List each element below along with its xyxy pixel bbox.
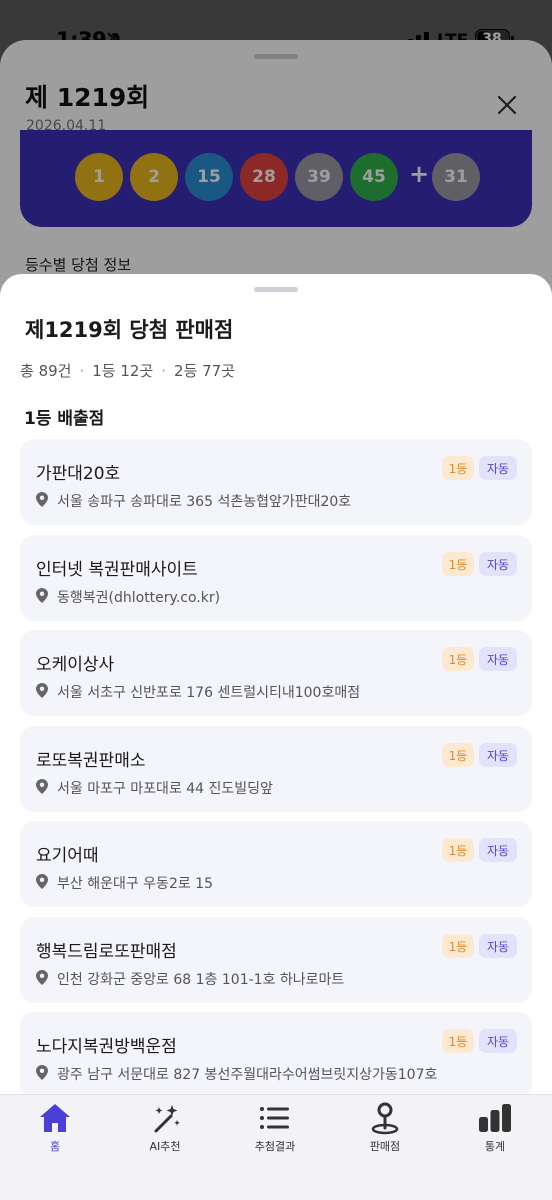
home-icon — [40, 1104, 70, 1132]
tab-label: AI추천 — [149, 1140, 181, 1153]
tab-draw-results[interactable]: 추첨결과 — [220, 1095, 330, 1165]
store-name: 요기어때 — [36, 846, 99, 866]
store-card[interactable]: 오케이상사 1등 자동 서울 서초구 신반포로 176 센트럴시티내100호매점 — [20, 630, 532, 716]
location-pin-icon — [36, 588, 48, 603]
tab-label: 판매점 — [369, 1140, 401, 1153]
store-address: 인천 강화군 중앙로 68 1층 101-1호 하나로마트 — [57, 972, 345, 988]
type-badge: 자동 — [479, 552, 517, 576]
tab-label: 홈 — [49, 1140, 61, 1153]
store-name: 로또복권판매소 — [36, 751, 146, 771]
store-name: 인터넷 복권판매사이트 — [36, 560, 198, 580]
bottom-tab-bar: 홈 AI추천 추첨결과 판매점 통계 — [0, 1094, 552, 1200]
summary-separator: · — [79, 362, 85, 380]
rank-badge: 1등 — [442, 552, 474, 576]
drag-handle[interactable] — [254, 287, 298, 292]
summary-total: 총 89건 — [20, 362, 72, 380]
location-pin-icon — [36, 1065, 48, 1080]
location-pin-icon — [36, 492, 48, 507]
store-card[interactable]: 행복드림로또판매점 1등 자동 인천 강화군 중앙로 68 1층 101-1호 … — [20, 917, 532, 1003]
winning-stores-sheet: 제1219회 당첨 판매점 총 89건 · 1등 12곳 · 2등 77곳 1등 배출점… — [0, 274, 552, 1200]
store-name: 오케이상사 — [36, 655, 115, 675]
tab-statistics[interactable]: 통계 — [440, 1095, 550, 1165]
rank-badge: 1등 — [442, 647, 474, 671]
list-icon — [260, 1107, 289, 1129]
tab-ai-recommend[interactable]: AI추천 — [110, 1095, 220, 1165]
type-badge: 자동 — [479, 934, 517, 958]
type-badge: 자동 — [479, 647, 517, 671]
first-prize-heading: 1등 배출점 — [24, 409, 105, 429]
type-badge: 자동 — [479, 743, 517, 767]
tab-label: 추첨결과 — [254, 1140, 296, 1153]
tab-home[interactable]: 홈 — [0, 1095, 110, 1165]
store-name: 행복드림로또판매점 — [36, 942, 177, 962]
location-pin-icon — [36, 970, 48, 985]
store-name: 노다지복권방백운점 — [36, 1037, 177, 1057]
rank-badge: 1등 — [442, 743, 474, 767]
rank-badge: 1등 — [442, 456, 474, 480]
location-pin-icon — [36, 874, 48, 889]
summary-first: 1등 12곳 — [92, 362, 154, 380]
store-address: 광주 남구 서문대로 827 봉선주월대라수어썸브릿지상가동107호 — [57, 1067, 438, 1083]
rank-badge: 1등 — [442, 838, 474, 862]
rank-badge: 1등 — [442, 1029, 474, 1053]
rank-badge: 1등 — [442, 934, 474, 958]
store-card[interactable]: 노다지복권방백운점 1등 자동 광주 남구 서문대로 827 봉선주월대라수어썸… — [20, 1012, 532, 1098]
bar-chart-icon — [479, 1104, 511, 1132]
store-address: 부산 해운대구 우동2로 15 — [57, 876, 213, 892]
store-address: 서울 마포구 마포대로 44 진도빌딩앞 — [57, 781, 273, 797]
store-card[interactable]: 가판대20호 1등 자동 서울 송파구 송파대로 365 석촌농협앞가판대20호 — [20, 439, 532, 525]
type-badge: 자동 — [479, 456, 517, 480]
sheet-title: 제1219회 당첨 판매점 — [25, 318, 234, 342]
tab-label: 통계 — [484, 1140, 506, 1153]
summary-separator: · — [161, 362, 167, 380]
store-name: 가판대20호 — [36, 464, 121, 484]
store-card[interactable]: 요기어때 1등 자동 부산 해운대구 우동2로 15 — [20, 821, 532, 907]
summary-second: 2등 77곳 — [174, 362, 236, 380]
location-pin-icon — [36, 779, 48, 794]
store-address: 동행복권(dhlottery.co.kr) — [57, 590, 221, 606]
type-badge: 자동 — [479, 1029, 517, 1053]
magic-wand-icon — [154, 1105, 180, 1133]
store-card[interactable]: 로또복권판매소 1등 자동 서울 마포구 마포대로 44 진도빌딩앞 — [20, 726, 532, 812]
winning-summary: 총 89건 · 1등 12곳 · 2등 77곳 — [20, 360, 235, 381]
type-badge: 자동 — [479, 838, 517, 862]
store-address: 서울 서초구 신반포로 176 센트럴시티내100호매점 — [57, 685, 361, 701]
location-pin-icon — [36, 683, 48, 698]
store-card[interactable]: 인터넷 복권판매사이트 1등 자동 동행복권(dhlottery.co.kr) — [20, 535, 532, 621]
store-address: 서울 송파구 송파대로 365 석촌농협앞가판대20호 — [57, 494, 352, 510]
map-pin-icon — [371, 1102, 399, 1135]
tab-stores[interactable]: 판매점 — [330, 1095, 440, 1165]
